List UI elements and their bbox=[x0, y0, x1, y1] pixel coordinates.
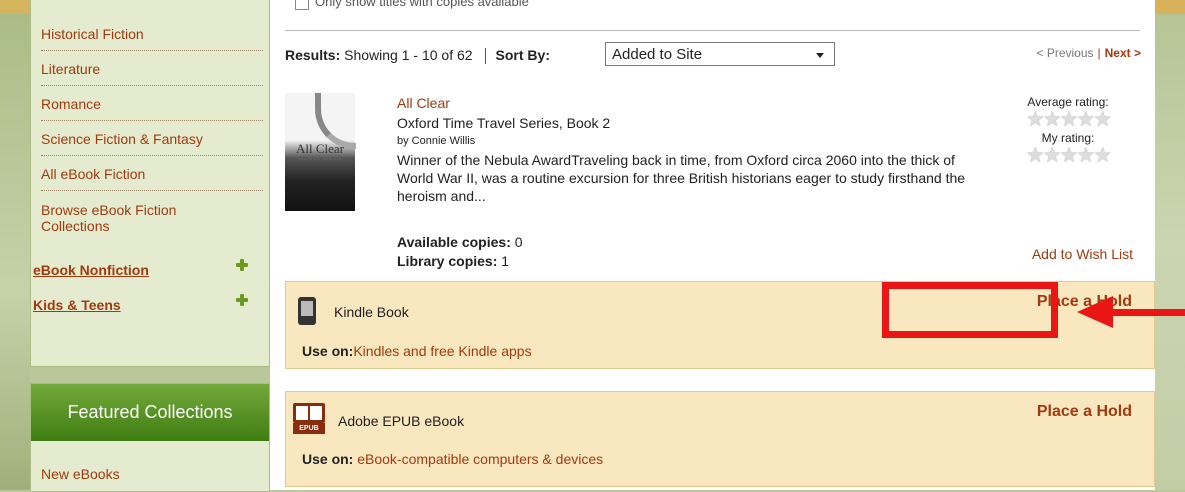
library-copies-label: Library copies: bbox=[397, 253, 498, 269]
header-band-left bbox=[0, 0, 30, 14]
main-content: Only show titles with copies available R… bbox=[285, 0, 1155, 490]
format-name: Kindle Book bbox=[334, 304, 409, 320]
sidebar-item-historical-fiction[interactable]: Historical Fiction bbox=[41, 26, 263, 51]
sidebar-item-browse-collections[interactable]: Browse eBook Fiction Collections bbox=[41, 202, 221, 242]
format-name: Adobe EPUB eBook bbox=[338, 413, 465, 429]
sidebar-item-label: Science Fiction & Fantasy bbox=[41, 131, 203, 147]
filter-checkbox[interactable] bbox=[295, 0, 309, 10]
rating-panel: Average rating: ★★★★★ My rating: ★★★★★ bbox=[1003, 95, 1133, 167]
header-band-right bbox=[1155, 0, 1185, 14]
sidebar-item-romance[interactable]: Romance bbox=[41, 96, 263, 121]
library-copies: Library copies: 1 bbox=[397, 252, 523, 271]
my-rating-label: My rating: bbox=[1041, 131, 1095, 145]
sort-label: Sort By: bbox=[495, 47, 550, 63]
use-on-info: Use on: eBook-compatible computers & dev… bbox=[302, 451, 603, 467]
annotation-arrow-shaft bbox=[1110, 309, 1185, 316]
featured-collections-title: Featured Collections bbox=[31, 384, 269, 441]
epub-icon-label: EPUB bbox=[293, 423, 325, 434]
copies-info: Available copies: 0 Library copies: 1 bbox=[397, 233, 523, 271]
sidebar-item-literature[interactable]: Literature bbox=[41, 61, 263, 86]
kindle-icon bbox=[298, 297, 316, 325]
sidebar-item-label: Historical Fiction bbox=[41, 26, 144, 42]
sidebar-item-label: Browse eBook Fiction Collections bbox=[41, 202, 177, 234]
book-title-link[interactable]: All Clear bbox=[397, 95, 450, 111]
available-copies: Available copies: 0 bbox=[397, 233, 523, 252]
divider bbox=[285, 30, 1140, 31]
add-to-wish-list-link[interactable]: Add to Wish List bbox=[1032, 246, 1133, 262]
background-right bbox=[1155, 0, 1185, 490]
expand-plus-icon[interactable] bbox=[236, 294, 248, 306]
use-on-link[interactable]: eBook-compatible computers & devices bbox=[357, 451, 603, 467]
average-rating-stars-icon: ★★★★★ bbox=[1025, 108, 1112, 131]
background-left bbox=[0, 0, 30, 490]
book-cover[interactable]: All Clear CONNIE WILLIS bbox=[285, 93, 356, 211]
pager-separator: | bbox=[1097, 46, 1101, 60]
results-count: Showing 1 - 10 of 62 bbox=[344, 47, 473, 63]
book-series: Oxford Time Travel Series, Book 2 bbox=[397, 115, 611, 131]
sidebar-category-ebook-nonfiction[interactable]: eBook Nonfiction bbox=[33, 262, 149, 278]
sidebar: Historical Fiction Literature Romance Sc… bbox=[30, 0, 270, 367]
previous-link[interactable]: < Previous bbox=[1036, 46, 1093, 60]
epub-icon: EPUB bbox=[293, 403, 327, 435]
gutter bbox=[270, 0, 285, 490]
cover-author: CONNIE WILLIS bbox=[297, 156, 343, 162]
cover-title: All Clear bbox=[295, 141, 344, 156]
sidebar-item-label: All eBook Fiction bbox=[41, 166, 146, 182]
sidebar-item-label: Romance bbox=[41, 96, 101, 112]
format-epub: EPUB Adobe EPUB eBook Place a Hold Use o… bbox=[285, 391, 1155, 487]
separator bbox=[484, 48, 486, 65]
average-rating-label: Average rating: bbox=[1027, 95, 1109, 109]
sidebar-category-kids-teens[interactable]: Kids & Teens bbox=[33, 297, 121, 313]
results-label: Results: bbox=[285, 47, 341, 63]
available-copies-label: Available copies: bbox=[397, 234, 511, 250]
book-author: by Connie Willis bbox=[397, 135, 476, 147]
use-on-info: Use on:Kindles and free Kindle apps bbox=[302, 343, 532, 359]
annotation-arrow-icon bbox=[1077, 296, 1113, 328]
place-hold-button[interactable]: Place a Hold bbox=[1037, 403, 1132, 421]
featured-collections-panel: Featured Collections New eBooks bbox=[30, 383, 270, 492]
use-on-link[interactable]: Kindles and free Kindle apps bbox=[353, 343, 531, 359]
featured-item-new-ebooks[interactable]: New eBooks bbox=[41, 466, 120, 482]
results-bar: Results: Showing 1 - 10 of 62 Sort By: bbox=[285, 47, 550, 65]
available-copies-value: 0 bbox=[514, 234, 523, 250]
book-description: Winner of the Nebula AwardTraveling back… bbox=[397, 152, 966, 204]
sort-selected-value: Added to Site bbox=[612, 46, 703, 63]
pager: < Previous | Next > bbox=[1036, 46, 1141, 60]
filter-label: Only show titles with copies available bbox=[315, 0, 529, 9]
my-rating-stars-icon[interactable]: ★★★★★ bbox=[1003, 145, 1133, 167]
expand-plus-icon[interactable] bbox=[236, 259, 248, 271]
sidebar-item-label: Literature bbox=[41, 61, 101, 77]
sort-select[interactable]: Added to Site bbox=[605, 42, 835, 66]
next-link[interactable]: Next > bbox=[1105, 46, 1141, 60]
sidebar-item-scifi-fantasy[interactable]: Science Fiction & Fantasy bbox=[41, 131, 263, 156]
use-on-label: Use on: bbox=[302, 451, 354, 467]
annotation-highlight-box bbox=[882, 282, 1058, 338]
use-on-label: Use on: bbox=[302, 343, 354, 359]
library-copies-value: 1 bbox=[501, 253, 510, 269]
chevron-down-icon bbox=[816, 53, 824, 58]
available-only-filter[interactable]: Only show titles with copies available bbox=[295, 0, 529, 10]
sidebar-item-all-ebook-fiction[interactable]: All eBook Fiction bbox=[41, 166, 263, 191]
